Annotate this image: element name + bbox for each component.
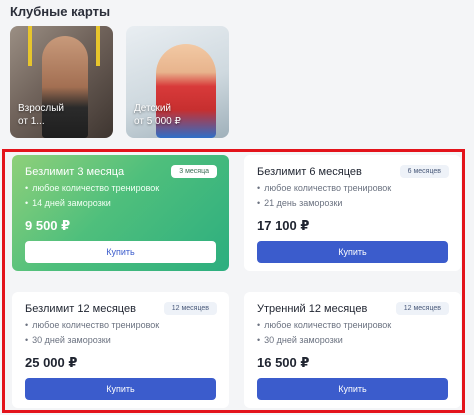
membership-card-morning-12-months: Утренний 12 месяцев 12 месяцев • любое ко… (244, 292, 461, 408)
bullet-icon: • (257, 183, 261, 193)
bullet-icon: • (25, 320, 29, 330)
card-price: 25 000 ₽ (25, 355, 78, 370)
bullet-icon: • (25, 198, 29, 208)
promo-card-adult[interactable]: Взрослый от 1... (10, 26, 113, 138)
feature-item: • любое количество тренировок (25, 183, 160, 193)
promo-price: от 1... (18, 116, 45, 127)
feature-item: • любое количество тренировок (257, 183, 392, 193)
membership-card-12-months: Безлимит 12 месяцев 12 месяцев • любое ко… (12, 292, 229, 408)
duration-badge: 12 месяцев (163, 302, 217, 315)
buy-button[interactable]: Купить (25, 378, 216, 400)
section-title: Клубные карты (10, 4, 111, 19)
feature-item: • любое количество тренировок (25, 320, 160, 330)
promo-name: Взрослый (18, 103, 64, 114)
promo-name: Детский (134, 103, 172, 114)
promo-text: Детский от 5 000 ₽ (134, 102, 181, 128)
promo-text: Взрослый от 1... (18, 102, 64, 128)
bullet-icon: • (25, 335, 29, 345)
buy-button[interactable]: Купить (257, 241, 448, 263)
promo-card-kids[interactable]: Детский от 5 000 ₽ (126, 26, 229, 138)
promo-price: от 5 000 ₽ (134, 116, 181, 127)
bullet-icon: • (257, 198, 261, 208)
card-price: 17 100 ₽ (257, 218, 310, 233)
feature-item: • 14 дней заморозки (25, 198, 111, 208)
buy-button[interactable]: Купить (257, 378, 448, 400)
feature-item: • 30 дней заморозки (25, 335, 111, 345)
duration-badge: 3 месяца (171, 165, 217, 178)
card-price: 9 500 ₽ (25, 218, 71, 233)
bullet-icon: • (257, 335, 261, 345)
buy-button[interactable]: Купить (25, 241, 216, 263)
rope-decoration (28, 26, 32, 66)
feature-item: • 21 день заморозки (257, 198, 343, 208)
bullet-icon: • (257, 320, 261, 330)
rope-decoration (96, 26, 100, 66)
feature-item: • любое количество тренировок (257, 320, 392, 330)
feature-item: • 30 дней заморозки (257, 335, 343, 345)
duration-badge: 12 месяцев (395, 302, 449, 315)
duration-badge: 6 месяцев (399, 165, 449, 178)
membership-card-3-months: Безлимит 3 месяца 3 месяца • любое количе… (12, 155, 229, 271)
card-price: 16 500 ₽ (257, 355, 310, 370)
membership-card-6-months: Безлимит 6 месяцев 6 месяцев • любое коли… (244, 155, 461, 271)
bullet-icon: • (25, 183, 29, 193)
